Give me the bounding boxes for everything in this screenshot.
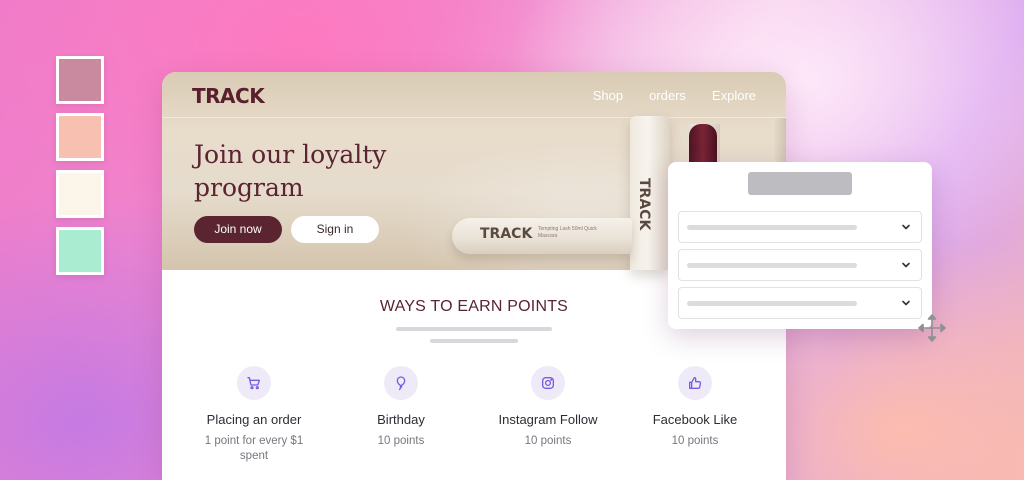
swatch-peach[interactable] <box>56 113 104 161</box>
earn-item-birthday: Birthday 10 points <box>331 366 471 449</box>
chevron-down-icon[interactable] <box>900 259 912 271</box>
brand-logo[interactable]: TRACK <box>192 84 265 108</box>
earn-item-name: Facebook Like <box>652 412 738 427</box>
dropdown-field-2[interactable] <box>678 249 922 281</box>
chevron-down-icon[interactable] <box>900 221 912 233</box>
move-icon[interactable] <box>917 313 947 343</box>
product-brand-horizontal: TRACK <box>480 226 533 242</box>
swatch-mint[interactable] <box>56 227 104 275</box>
dropdown-placeholder-line <box>687 225 857 230</box>
product-tube-horizontal: TRACK Tempting Lash 50ml Quick Mascara <box>452 218 632 254</box>
hero-title: Join our loyalty program <box>194 140 387 202</box>
dropdown-field-1[interactable] <box>678 211 922 243</box>
chevron-down-icon[interactable] <box>900 297 912 309</box>
nav-link-shop[interactable]: Shop <box>593 88 623 103</box>
nav-links: Shop orders Explore <box>593 88 756 103</box>
earn-item-order: Placing an order 1 point for every $1 sp… <box>184 366 324 464</box>
product-tube-vertical: TRACK <box>630 116 670 270</box>
earn-item-points: 10 points <box>524 435 572 447</box>
form-panel <box>668 162 932 329</box>
product-brand-vertical: TRACK <box>636 178 652 231</box>
earn-item-name: Instagram Follow <box>498 412 598 427</box>
earn-item-name: Birthday <box>377 412 425 427</box>
join-now-button[interactable]: Join now <box>194 216 282 243</box>
placeholder-line <box>396 327 552 331</box>
earn-item-facebook: Facebook Like 10 points <box>625 366 765 449</box>
earn-item-name: Placing an order <box>206 412 302 427</box>
thumbs-up-icon <box>678 366 712 400</box>
sign-in-button[interactable]: Sign in <box>291 216 379 243</box>
product-subtitle: Tempting Lash 50ml Quick Mascara <box>538 226 597 239</box>
panel-header-placeholder <box>748 172 852 195</box>
instagram-icon <box>531 366 565 400</box>
placeholder-line <box>430 339 518 343</box>
dropdown-field-3[interactable] <box>678 287 922 319</box>
top-nav: TRACK Shop orders Explore <box>162 72 786 118</box>
earn-item-instagram: Instagram Follow 10 points <box>478 366 618 449</box>
dropdown-placeholder-line <box>687 263 857 268</box>
balloon-icon <box>384 366 418 400</box>
earn-item-points: 1 point for every $1 spent <box>204 435 304 462</box>
earn-item-points: 10 points <box>671 435 719 447</box>
dropdown-placeholder-line <box>687 301 857 306</box>
lipstick-bullet <box>689 124 717 164</box>
earn-item-points: 10 points <box>377 435 425 447</box>
swatch-mauve[interactable] <box>56 56 104 104</box>
nav-link-orders[interactable]: orders <box>649 88 686 103</box>
cart-icon <box>237 366 271 400</box>
nav-link-explore[interactable]: Explore <box>712 88 756 103</box>
color-swatches <box>56 56 104 284</box>
swatch-cream[interactable] <box>56 170 104 218</box>
